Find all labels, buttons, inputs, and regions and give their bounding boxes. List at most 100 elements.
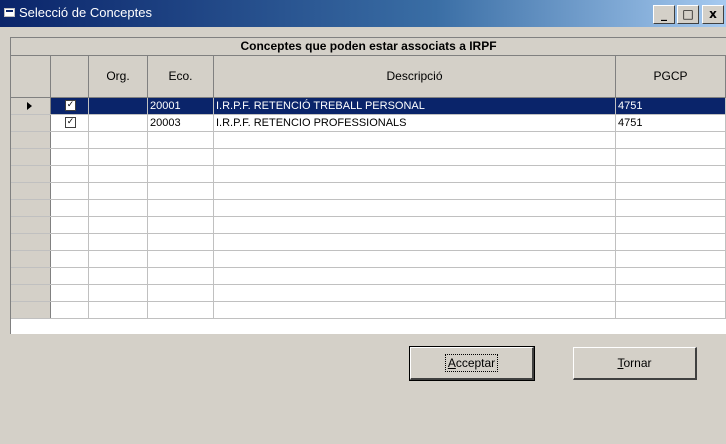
pgcp-cell[interactable] [616, 166, 726, 182]
table-row[interactable] [11, 183, 726, 200]
row-check-cell[interactable] [51, 268, 89, 284]
table-row[interactable] [11, 268, 726, 285]
org-cell[interactable] [89, 302, 148, 318]
maximize-button[interactable]: □ [677, 5, 699, 24]
row-check-cell[interactable] [51, 234, 89, 250]
org-cell[interactable] [89, 132, 148, 148]
row-check-cell[interactable] [51, 200, 89, 216]
descripcio-cell[interactable] [214, 234, 616, 250]
return-button[interactable]: Tornar [573, 347, 697, 380]
pgcp-cell[interactable] [616, 132, 726, 148]
row-selector[interactable] [11, 183, 51, 199]
table-row[interactable] [11, 166, 726, 183]
descripcio-cell[interactable] [214, 217, 616, 233]
descripcio-cell[interactable] [214, 251, 616, 267]
pgcp-cell[interactable]: 4751 [616, 98, 726, 114]
eco-cell[interactable] [148, 285, 214, 301]
header-pgcp[interactable]: PGCP [616, 56, 726, 97]
eco-cell[interactable] [148, 234, 214, 250]
pgcp-cell[interactable] [616, 183, 726, 199]
row-check-cell[interactable] [51, 251, 89, 267]
org-cell[interactable] [89, 217, 148, 233]
pgcp-cell[interactable] [616, 149, 726, 165]
org-cell[interactable] [89, 285, 148, 301]
row-selector[interactable] [11, 217, 51, 233]
concepts-grid[interactable]: Conceptes que poden estar associats a IR… [10, 37, 726, 334]
descripcio-cell[interactable] [214, 268, 616, 284]
descripcio-cell[interactable] [214, 132, 616, 148]
org-cell[interactable] [89, 251, 148, 267]
eco-cell[interactable] [148, 200, 214, 216]
header-descripcio[interactable]: Descripció [214, 56, 616, 97]
table-row[interactable] [11, 285, 726, 302]
pgcp-cell[interactable] [616, 217, 726, 233]
row-selector[interactable] [11, 268, 51, 284]
descripcio-cell[interactable] [214, 166, 616, 182]
table-row[interactable]: ✓ 20003 I.R.P.F. RETENCIO PROFESSIONALS … [11, 115, 726, 132]
row-check-cell[interactable] [51, 132, 89, 148]
table-row[interactable] [11, 132, 726, 149]
header-eco[interactable]: Eco. [148, 56, 214, 97]
eco-cell[interactable] [148, 132, 214, 148]
org-cell[interactable] [89, 200, 148, 216]
org-cell[interactable] [89, 149, 148, 165]
org-cell[interactable] [89, 98, 148, 114]
row-selector[interactable] [11, 251, 51, 267]
row-check-cell[interactable] [51, 285, 89, 301]
eco-cell[interactable] [148, 268, 214, 284]
table-row[interactable] [11, 302, 726, 319]
row-check-cell[interactable]: ✓ [51, 98, 89, 114]
row-selector[interactable] [11, 200, 51, 216]
accept-button[interactable]: Acceptar [409, 346, 535, 381]
eco-cell[interactable] [148, 149, 214, 165]
table-row[interactable] [11, 217, 726, 234]
descripcio-cell[interactable] [214, 200, 616, 216]
org-cell[interactable] [89, 183, 148, 199]
table-row[interactable] [11, 149, 726, 166]
row-check-cell[interactable] [51, 183, 89, 199]
row-check-cell[interactable] [51, 166, 89, 182]
org-cell[interactable] [89, 115, 148, 131]
row-selector[interactable] [11, 285, 51, 301]
pgcp-cell[interactable] [616, 200, 726, 216]
eco-cell[interactable] [148, 217, 214, 233]
header-org[interactable]: Org. [89, 56, 148, 97]
row-check-cell[interactable]: ✓ [51, 115, 89, 131]
table-row[interactable] [11, 200, 726, 217]
checkbox[interactable]: ✓ [65, 117, 76, 128]
checkbox[interactable]: ✓ [65, 100, 76, 111]
pgcp-cell[interactable] [616, 268, 726, 284]
row-check-cell[interactable] [51, 302, 89, 318]
eco-cell[interactable]: 20003 [148, 115, 214, 131]
pgcp-cell[interactable] [616, 234, 726, 250]
org-cell[interactable] [89, 268, 148, 284]
row-check-cell[interactable] [51, 149, 89, 165]
row-selector[interactable] [11, 166, 51, 182]
table-row[interactable]: ✓ 20001 I.R.P.F. RETENCIÓ TREBALL PERSON… [11, 98, 726, 115]
org-cell[interactable] [89, 166, 148, 182]
pgcp-cell[interactable] [616, 285, 726, 301]
row-selector[interactable] [11, 149, 51, 165]
descripcio-cell[interactable] [214, 183, 616, 199]
minimize-button[interactable]: _ [653, 5, 675, 24]
eco-cell[interactable]: 20001 [148, 98, 214, 114]
org-cell[interactable] [89, 234, 148, 250]
eco-cell[interactable] [148, 251, 214, 267]
descripcio-cell[interactable] [214, 149, 616, 165]
table-row[interactable] [11, 234, 726, 251]
row-selector[interactable] [11, 132, 51, 148]
descripcio-cell[interactable]: I.R.P.F. RETENCIÓ TREBALL PERSONAL [214, 98, 616, 114]
row-selector[interactable] [11, 98, 51, 114]
row-selector[interactable] [11, 115, 51, 131]
descripcio-cell[interactable] [214, 302, 616, 318]
row-selector[interactable] [11, 234, 51, 250]
row-selector[interactable] [11, 302, 51, 318]
title-bar[interactable]: Selecció de Conceptes _ □ x [0, 0, 726, 27]
pgcp-cell[interactable] [616, 251, 726, 267]
pgcp-cell[interactable] [616, 302, 726, 318]
row-check-cell[interactable] [51, 217, 89, 233]
descripcio-cell[interactable] [214, 285, 616, 301]
close-button[interactable]: x [702, 5, 724, 24]
descripcio-cell[interactable]: I.R.P.F. RETENCIO PROFESSIONALS [214, 115, 616, 131]
pgcp-cell[interactable]: 4751 [616, 115, 726, 131]
